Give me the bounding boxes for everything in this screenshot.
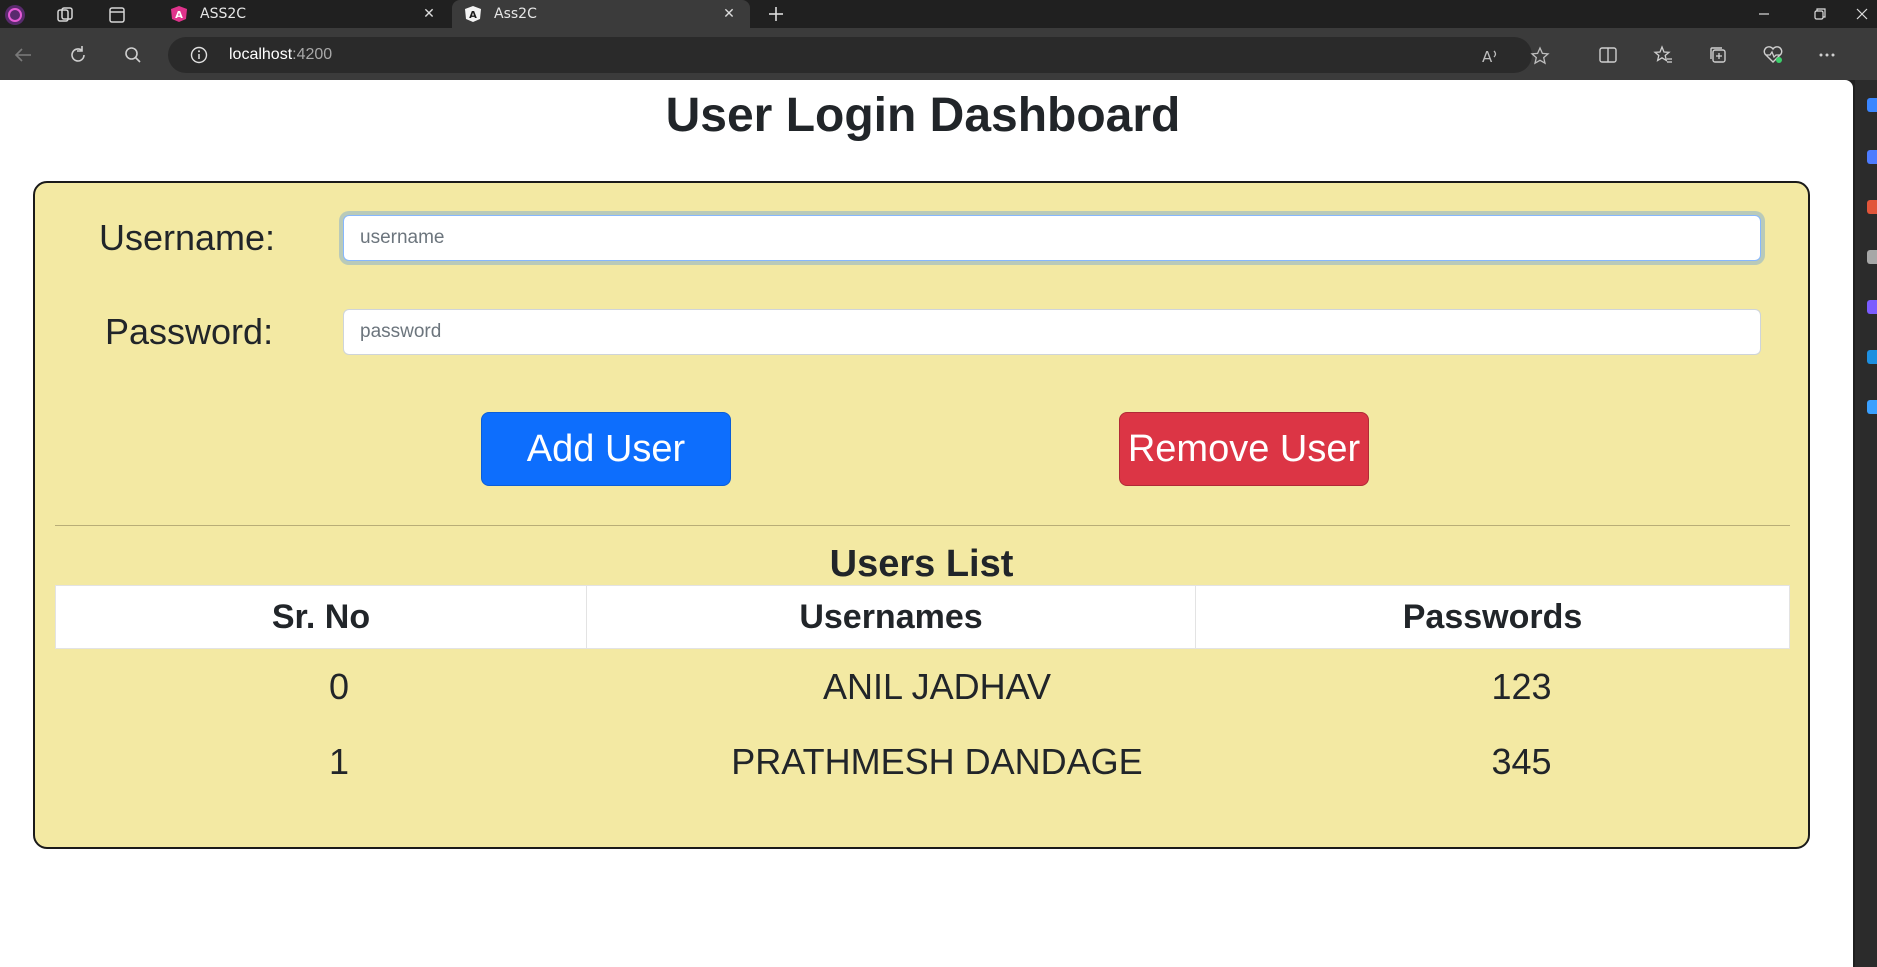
close-icon[interactable]: ✕ [420, 5, 438, 23]
cell-username: ANIL JADHAV [822, 665, 1052, 707]
svg-text:A: A [175, 10, 183, 21]
favorites-icon[interactable] [1650, 42, 1676, 68]
tab-title: Ass2C [494, 6, 537, 22]
remove-user-button[interactable]: Remove User [1119, 412, 1369, 486]
table-header-row: Sr. No Usernames Passwords [55, 585, 1790, 649]
column-header-passwords: Passwords [1195, 585, 1790, 649]
address-bar[interactable]: localhost:4200 A [168, 37, 1550, 73]
username-input[interactable] [343, 215, 1761, 261]
url-port: :4200 [292, 46, 333, 63]
search-sidebar-icon[interactable] [1867, 150, 1877, 164]
table-row: 0 ANIL JADHAV 123 [56, 649, 1790, 725]
browser-tab-bar: A ASS2C ✕ A Ass2C ✕ [0, 0, 1877, 28]
url-text[interactable]: localhost:4200 [229, 46, 332, 64]
restore-icon[interactable] [1800, 0, 1840, 28]
users-table: Sr. No Usernames Passwords 0 ANIL JADHAV… [55, 585, 1790, 799]
tools-icon[interactable] [1867, 250, 1877, 264]
new-tab-icon[interactable] [764, 3, 788, 25]
minimize-icon[interactable] [1744, 0, 1784, 28]
close-icon[interactable]: ✕ [720, 5, 738, 23]
angular-white-icon: A [464, 5, 482, 23]
vertical-tabs-icon[interactable] [106, 4, 128, 26]
tab-title: ASS2C [200, 6, 247, 22]
tab-ass2c-inactive[interactable]: A ASS2C ✕ [158, 0, 450, 28]
outlook-icon[interactable] [1867, 350, 1877, 364]
cell-username: PRATHMESH DANDAGE [731, 740, 1143, 782]
drop-icon[interactable] [1867, 400, 1877, 414]
column-header-sr-no: Sr. No [55, 585, 587, 649]
collections-icon[interactable] [1705, 42, 1731, 68]
shopping-icon[interactable] [1867, 200, 1877, 214]
more-menu-icon[interactable] [1814, 42, 1840, 68]
add-user-button[interactable]: Add User [481, 412, 731, 486]
split-screen-icon[interactable] [1595, 42, 1621, 68]
divider [55, 525, 1790, 526]
cell-sr-no: 0 [328, 665, 350, 707]
search-icon[interactable] [120, 42, 146, 68]
profile-avatar-icon[interactable] [4, 4, 26, 26]
games-icon[interactable] [1867, 300, 1877, 314]
page-title: User Login Dashboard [665, 89, 1181, 142]
site-info-icon[interactable] [190, 46, 208, 64]
favorite-star-icon[interactable] [1529, 45, 1551, 67]
svg-text:A: A [1482, 48, 1493, 66]
read-aloud-icon[interactable]: A [1480, 45, 1502, 67]
users-list-title: Users List [829, 543, 1014, 585]
browser-essentials-icon[interactable] [1760, 42, 1786, 68]
cell-sr-no: 1 [328, 740, 350, 782]
browser-toolbar: localhost:4200 A [0, 28, 1877, 80]
column-header-usernames: Usernames [586, 585, 1196, 649]
cell-password: 345 [1491, 740, 1552, 782]
back-icon[interactable] [10, 42, 36, 68]
workspaces-icon[interactable] [54, 4, 76, 26]
angular-pink-icon: A [170, 5, 188, 23]
password-label: Password: [105, 311, 274, 352]
table-row: 1 PRATHMESH DANDAGE 345 [56, 724, 1790, 799]
close-window-icon[interactable] [1846, 0, 1877, 28]
refresh-icon[interactable] [65, 42, 91, 68]
cell-password: 123 [1491, 665, 1552, 707]
dashboard-card: Username: Password: Add User Remove User… [33, 181, 1810, 849]
username-label: Username: [99, 217, 276, 258]
page-viewport: User Login Dashboard Username: Password:… [0, 80, 1853, 967]
password-input[interactable] [343, 309, 1761, 355]
edge-sidebar [1855, 80, 1877, 967]
copilot-icon[interactable] [1867, 98, 1877, 112]
svg-text:A: A [469, 10, 477, 21]
url-host: localhost [229, 46, 293, 63]
tab-ass2c-active[interactable]: A Ass2C ✕ [452, 0, 750, 28]
